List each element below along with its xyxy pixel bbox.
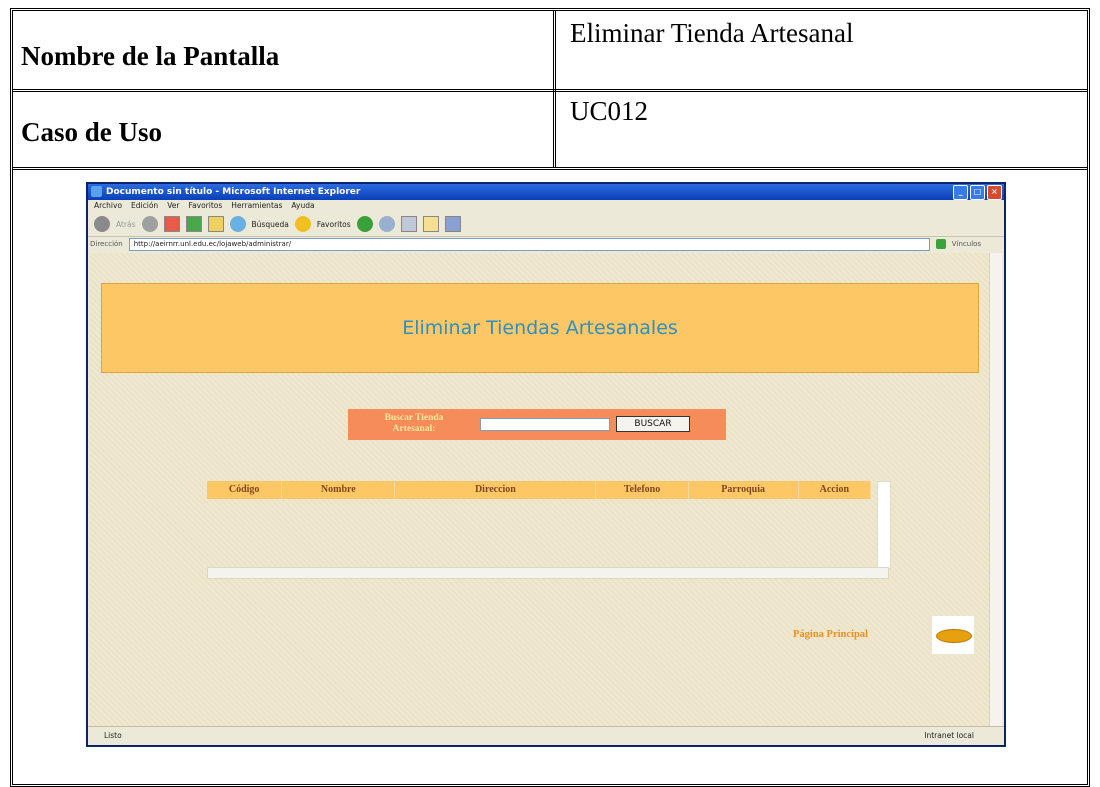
- go-icon[interactable]: [935, 239, 946, 249]
- menu-archivo[interactable]: Archivo: [94, 200, 122, 212]
- home-page-link[interactable]: Página Principal: [793, 629, 868, 640]
- menu-favoritos[interactable]: Favoritos: [188, 200, 222, 212]
- toolbar: Atrás Búsqueda Favoritos: [88, 212, 1004, 237]
- menu-bar: Archivo Edición Ver Favoritos Herramient…: [88, 200, 1004, 212]
- favorites-star-icon[interactable]: [294, 216, 311, 232]
- zone-text: Intranet local: [924, 731, 974, 740]
- menu-ver[interactable]: Ver: [167, 200, 179, 212]
- use-case-row: Caso de Uso UC012: [13, 89, 1087, 170]
- close-button[interactable]: ×: [987, 185, 1002, 200]
- folder-icon[interactable]: [422, 216, 439, 232]
- page-title: Eliminar Tiendas Artesanales: [402, 317, 678, 339]
- screen-name-label: Nombre de la Pantalla: [21, 41, 280, 71]
- address-bar: Dirección http://aeirnrr.unl.edu.ec/loja…: [88, 237, 1004, 251]
- favorites-toolbar-label[interactable]: Favoritos: [317, 220, 351, 229]
- column-header-direccion: Direccion: [395, 481, 597, 499]
- browser-window: Documento sin título - Microsoft Interne…: [86, 182, 1006, 747]
- table-vertical-scrollbar[interactable]: [877, 481, 891, 569]
- table-horizontal-scrollbar[interactable]: [207, 567, 889, 579]
- browser-title: Documento sin título - Microsoft Interne…: [106, 187, 361, 197]
- use-case-value: UC012: [570, 96, 649, 126]
- search-button[interactable]: BUSCAR: [616, 416, 690, 432]
- status-bar: Listo Intranet local: [88, 726, 1004, 745]
- table-header: Código Nombre Direccion Telefono Parroqu…: [207, 481, 871, 499]
- minimize-button[interactable]: _: [953, 185, 968, 200]
- menu-ayuda[interactable]: Ayuda: [291, 200, 314, 212]
- back-arrow-icon[interactable]: [94, 216, 110, 232]
- messenger-icon[interactable]: [444, 216, 461, 232]
- column-header-telefono: Telefono: [596, 481, 689, 499]
- coin-home-icon[interactable]: [932, 616, 974, 654]
- use-case-label: Caso de Uso: [21, 117, 163, 147]
- print-icon[interactable]: [400, 216, 417, 232]
- results-table: Código Nombre Direccion Telefono Parroqu…: [207, 481, 891, 579]
- search-icon[interactable]: [229, 216, 246, 232]
- column-header-parroquia: Parroquia: [689, 481, 799, 499]
- maximize-button[interactable]: □: [970, 185, 985, 200]
- address-label: Dirección: [90, 240, 123, 248]
- page-vertical-scrollbar[interactable]: [989, 253, 1002, 727]
- search-toolbar-label[interactable]: Búsqueda: [252, 220, 289, 229]
- home-icon[interactable]: [207, 216, 224, 232]
- search-label: Buscar Tienda Artesanal:: [384, 413, 444, 434]
- forward-arrow-icon[interactable]: [141, 216, 158, 232]
- column-header-codigo: Código: [207, 481, 283, 499]
- mail-icon[interactable]: [378, 216, 395, 232]
- stop-icon[interactable]: [163, 216, 180, 232]
- ie-icon: [91, 186, 102, 197]
- screen-name-value: Eliminar Tienda Artesanal: [570, 18, 854, 48]
- menu-edicion[interactable]: Edición: [131, 200, 158, 212]
- refresh-icon[interactable]: [185, 216, 202, 232]
- back-label[interactable]: Atrás: [116, 220, 136, 229]
- links-label[interactable]: Vínculos: [952, 240, 981, 248]
- header-banner: Eliminar Tiendas Artesanales: [101, 283, 979, 373]
- history-icon[interactable]: [356, 216, 373, 232]
- column-header-accion: Accion: [799, 481, 871, 499]
- search-panel: Buscar Tienda Artesanal: BUSCAR: [348, 409, 726, 440]
- screen-name-row: Nombre de la Pantalla Eliminar Tienda Ar…: [13, 11, 1087, 92]
- status-text: Listo: [104, 731, 122, 740]
- browser-title-bar: Documento sin título - Microsoft Interne…: [88, 184, 1004, 200]
- address-input[interactable]: http://aeirnrr.unl.edu.ec/lojaweb/admini…: [128, 237, 930, 251]
- column-header-nombre: Nombre: [282, 481, 396, 499]
- menu-herramientas[interactable]: Herramientas: [231, 200, 282, 212]
- page-content: Eliminar Tiendas Artesanales Buscar Tien…: [90, 253, 993, 727]
- search-input[interactable]: [480, 418, 610, 431]
